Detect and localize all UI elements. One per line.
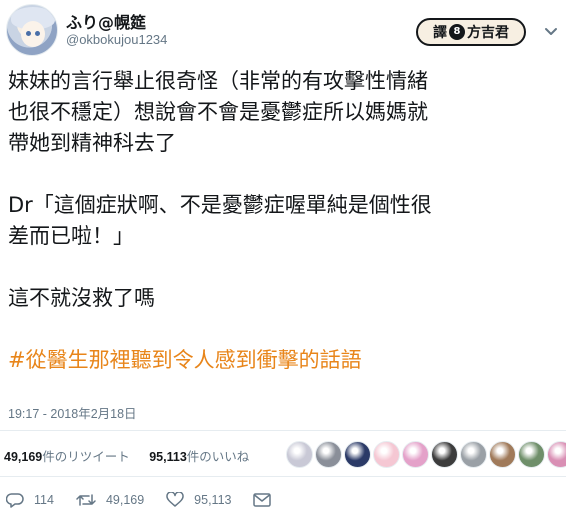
translator-badge-prefix: 譯 xyxy=(433,25,447,41)
chevron-down-icon[interactable] xyxy=(542,22,560,40)
envelope-icon xyxy=(253,493,272,507)
like-stat[interactable]: 95,113件のいいね xyxy=(149,450,257,464)
avatar[interactable] xyxy=(6,4,58,56)
tweet-line: 妹妹的言行舉止很奇怪（非常的有攻擊性情緒 xyxy=(8,69,428,93)
tweet-line: 帶她到精神科去了 xyxy=(8,131,176,155)
avatar-3[interactable] xyxy=(344,441,371,468)
reply-count: 114 xyxy=(34,493,54,507)
like-stat-count: 95,113 xyxy=(149,450,187,464)
retweet-count: 49,169 xyxy=(105,493,145,507)
like-stat-label: 件のいいね xyxy=(186,450,250,464)
avatar-2[interactable] xyxy=(315,441,342,468)
avatar-7[interactable] xyxy=(460,441,487,468)
heart-icon xyxy=(166,492,184,507)
tweet-line: 也很不穩定）想說會不會是憂鬱症所以媽媽就 xyxy=(8,100,428,124)
tweet-line-blank xyxy=(8,314,560,345)
tweet-header: ふり@幌筵 @okbokujou1234 譯 8 方吉君 xyxy=(0,0,566,62)
avatar-1[interactable] xyxy=(286,441,313,468)
liker-avatars xyxy=(286,441,566,468)
tweet-line-blank xyxy=(8,252,560,283)
tweet-line: 差而已啦！」 xyxy=(8,224,134,248)
reply-icon xyxy=(6,493,24,508)
avatar-6[interactable] xyxy=(431,441,458,468)
user-handle[interactable]: @okbokujou1234 xyxy=(66,32,167,47)
like-count: 95,113 xyxy=(194,493,232,507)
translator-badge-symbol: 8 xyxy=(449,24,465,40)
avatar-8[interactable] xyxy=(489,441,516,468)
avatar-5[interactable] xyxy=(402,441,429,468)
divider xyxy=(0,476,566,477)
divider xyxy=(0,430,566,431)
direct-message-button[interactable] xyxy=(253,493,281,507)
translator-badge: 譯 8 方吉君 xyxy=(416,18,526,46)
retweet-button[interactable]: 49,169 xyxy=(76,492,144,508)
tweet-actions: 114 49,169 95,113 xyxy=(6,492,303,508)
tweet-line-blank xyxy=(8,159,560,190)
retweet-stat[interactable]: 49,169件のリツイート xyxy=(4,450,138,464)
tweet-line: Dr「這個症狀啊、不是憂鬱症喔單純是個性很 xyxy=(8,193,432,217)
tweet-timestamp[interactable]: 19:17 - 2018年2月18日 xyxy=(8,403,137,422)
like-button[interactable]: 95,113 xyxy=(166,492,231,508)
avatar-10[interactable] xyxy=(547,441,566,468)
engagement-stats: 49,169件のリツイート 95,113件のいいね xyxy=(4,446,265,465)
retweet-stat-count: 49,169 xyxy=(4,450,43,464)
tweet-line: 這不就沒救了嗎 xyxy=(8,286,155,310)
tweet-text: 妹妹的言行舉止很奇怪（非常的有攻擊性情緒 也很不穩定）想說會不會是憂鬱症所以媽媽… xyxy=(8,66,560,376)
retweet-stat-label: 件のリツイート xyxy=(42,450,130,464)
reply-button[interactable]: 114 xyxy=(6,492,54,508)
avatar-9[interactable] xyxy=(518,441,545,468)
display-name[interactable]: ふり@幌筵 xyxy=(66,9,146,33)
retweet-icon xyxy=(76,494,96,506)
hashtag-link[interactable]: #從醫生那裡聽到令人感到衝擊的話語 xyxy=(8,345,560,376)
avatar-4[interactable] xyxy=(373,441,400,468)
translator-badge-name: 方吉君 xyxy=(467,25,509,41)
